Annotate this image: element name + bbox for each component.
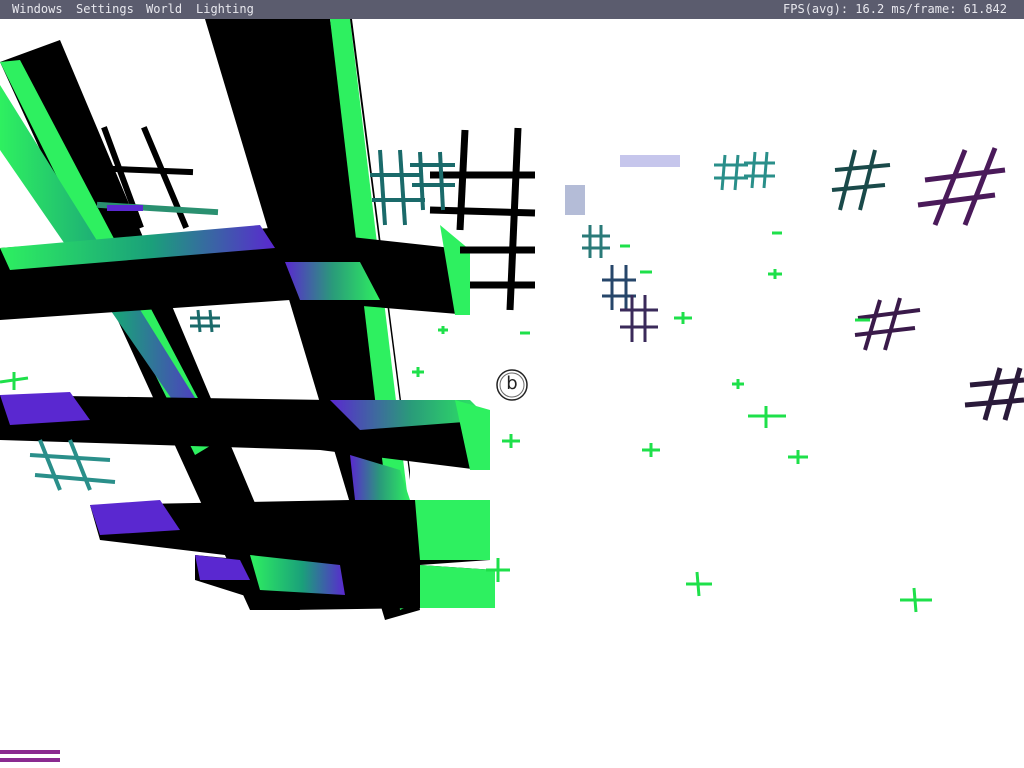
hash-object-far-right-1 (831, 149, 891, 211)
hash-object-small-left (190, 309, 220, 333)
origin-marker[interactable]: b (494, 367, 530, 403)
hash-object-far-right-2 (917, 147, 1006, 226)
hash-object-far-teal (714, 151, 775, 191)
fps-readout: FPS(avg): 16.2 ms/frame: 61.842 (783, 2, 1007, 16)
hash-object-distant-1 (582, 225, 610, 258)
hash-object-right-edge (964, 367, 1024, 421)
menu-bar: Windows Settings World Lighting FPS(avg)… (0, 0, 1024, 19)
menu-world[interactable]: World (142, 0, 186, 19)
hash-object-right-mid (854, 297, 921, 351)
menu-settings[interactable]: Settings (72, 0, 138, 19)
hash-object-left-edge (29, 439, 116, 491)
hash-object-large (0, 19, 495, 620)
hash-object-bottom-left (0, 750, 60, 762)
marker-label: b (506, 373, 518, 394)
menu-lighting[interactable]: Lighting (192, 0, 258, 19)
menu-windows[interactable]: Windows (8, 0, 67, 19)
distant-particles (565, 155, 680, 215)
